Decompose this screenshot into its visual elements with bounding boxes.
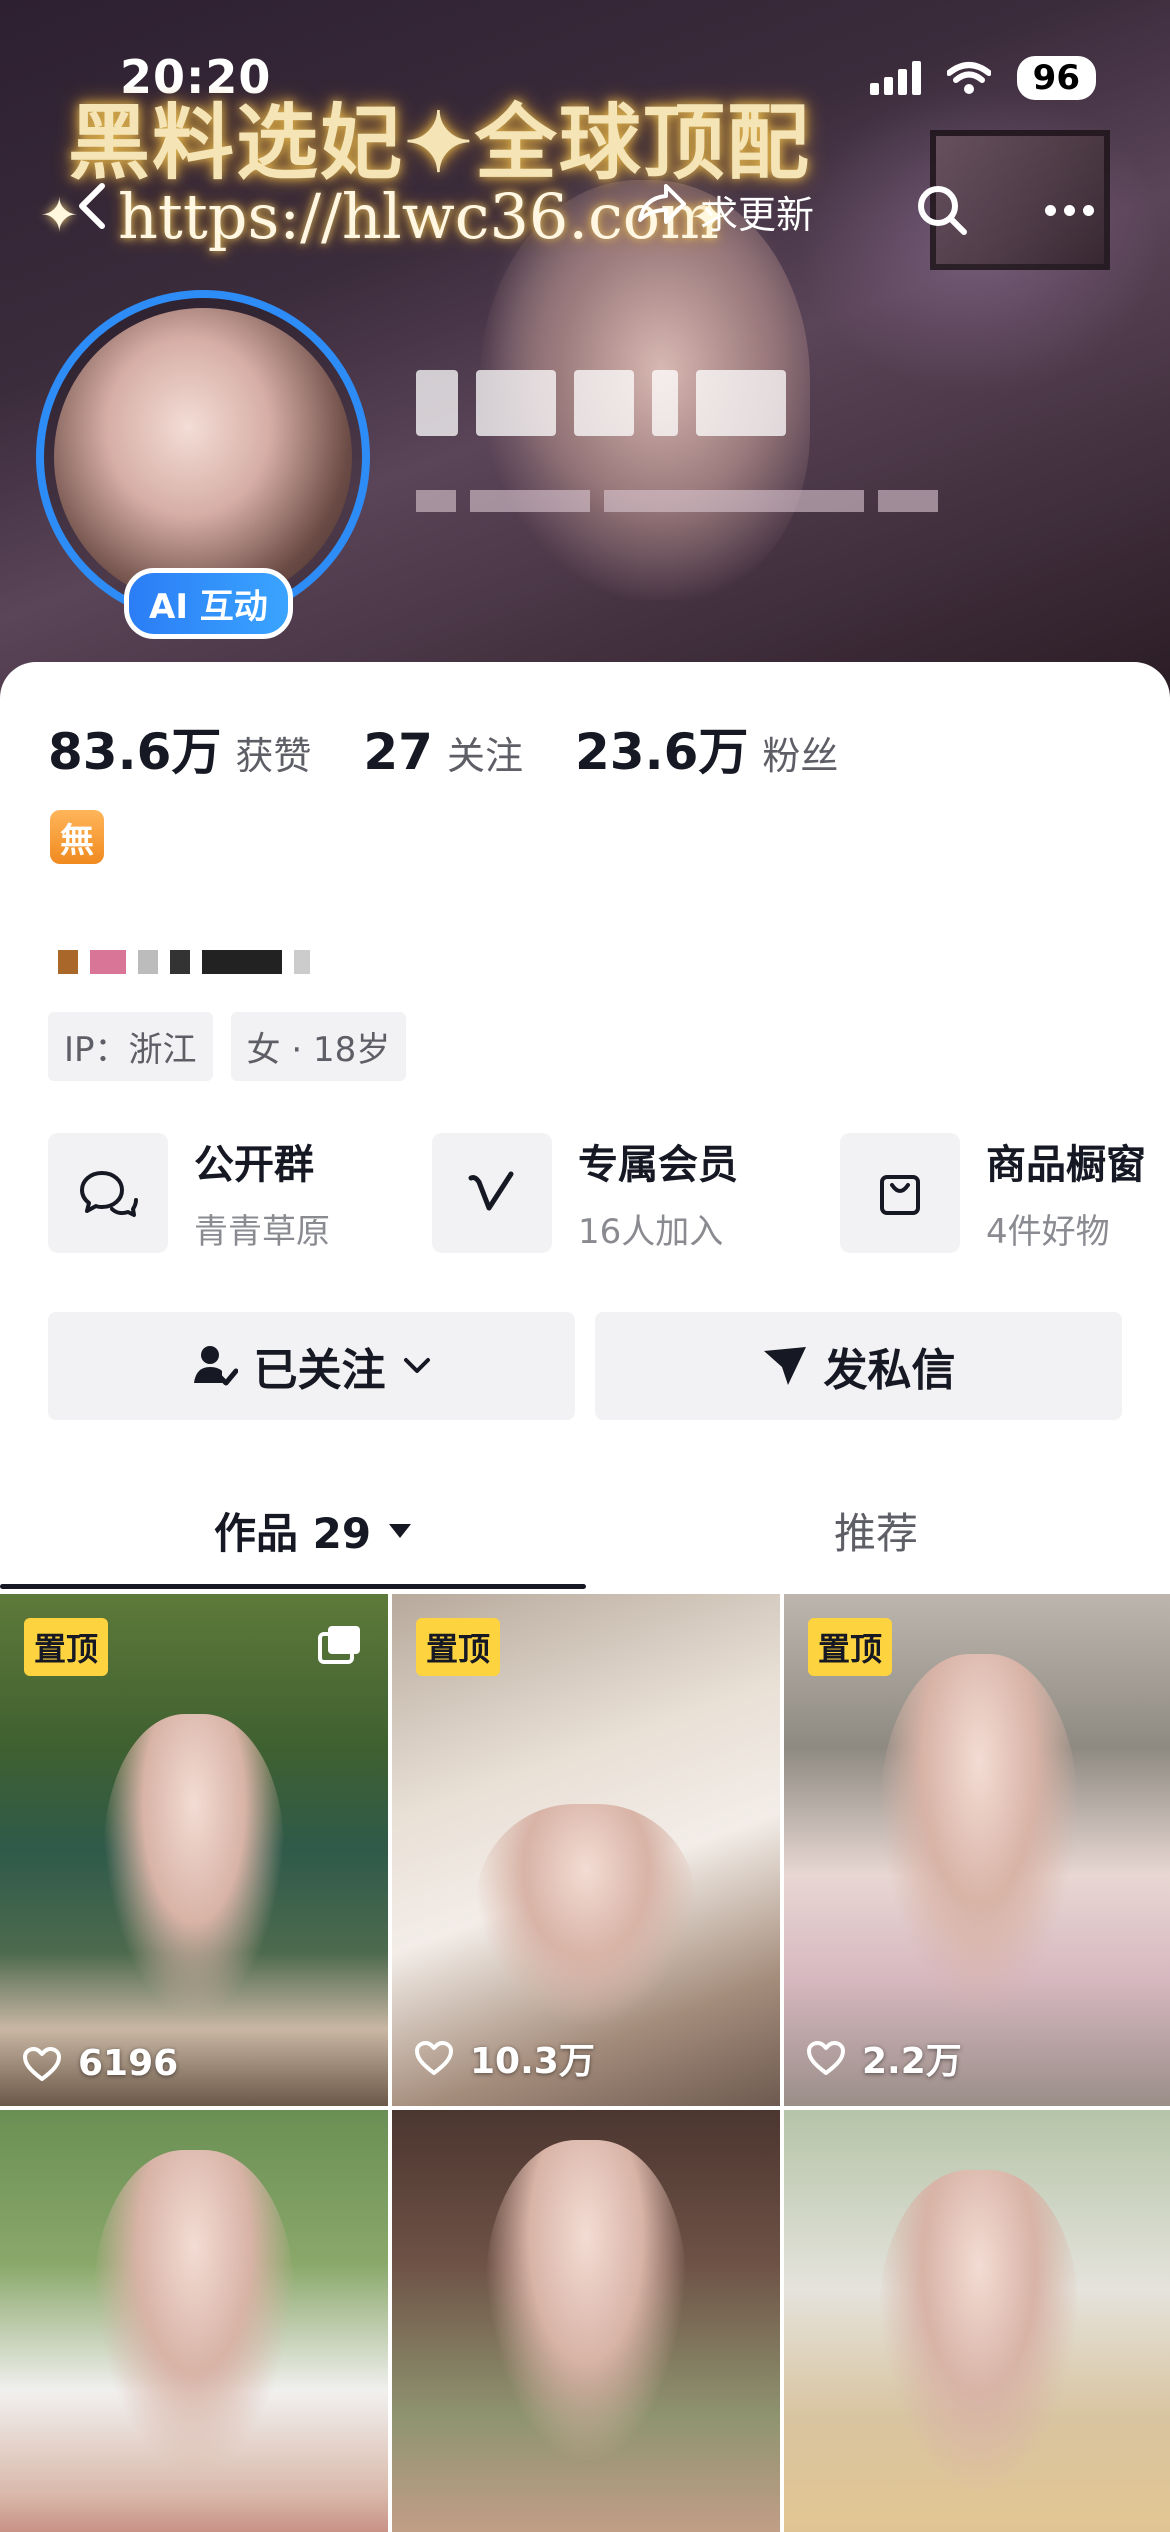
stat-label: 关注: [446, 734, 523, 778]
active-tab-indicator: [0, 1584, 586, 1589]
thumbnail-figure: [476, 1804, 696, 2024]
pinned-badge: 置顶: [24, 1618, 109, 1676]
stat-label: 粉丝: [762, 734, 839, 778]
content-tabs: 作品 29 推荐: [0, 1470, 1170, 1590]
user-check-icon: [193, 1346, 238, 1386]
pixelated-username: [416, 370, 786, 436]
pixelated-bio: [58, 950, 310, 974]
heart-icon: [415, 2041, 453, 2075]
membership-v-icon: [432, 1132, 552, 1253]
profile-actions: 已关注 发私信: [48, 1312, 1122, 1420]
feature-subtitle: 4件好物: [986, 1212, 1110, 1252]
group-chat-icon: [48, 1132, 168, 1253]
thumbnail-figure: [486, 2140, 686, 2460]
feature-public-group[interactable]: 公开群 青青草原: [48, 1132, 432, 1253]
feature-title: 专属会员: [578, 1142, 738, 1188]
profile-tags: IP：浙江 女 · 18岁: [48, 1012, 407, 1081]
stat-value: 27: [363, 723, 433, 781]
like-count-value: 6196: [78, 2043, 179, 2084]
feature-title: 公开群: [194, 1142, 314, 1188]
tab-works-label: 作品 29: [214, 1509, 372, 1558]
multi-image-icon: [318, 1626, 360, 1664]
pinned-badge: 置顶: [808, 1618, 893, 1676]
stat-value: 83.6万: [48, 723, 222, 781]
chevron-down-icon: [403, 1358, 430, 1373]
video-thumbnail[interactable]: [0, 2110, 388, 2532]
thumbnail-figure: [879, 2170, 1079, 2490]
thumbnail-figure: [104, 1714, 284, 2014]
send-message-button[interactable]: 发私信: [595, 1312, 1122, 1420]
gender-age-tag: 女 · 18岁: [230, 1012, 407, 1081]
thumbnail-figure: [94, 2150, 294, 2470]
feature-title: 商品橱窗: [986, 1142, 1146, 1188]
like-count: 6196: [22, 2043, 178, 2084]
stat-value: 23.6万: [575, 723, 749, 781]
heart-icon: [807, 2041, 845, 2075]
shopping-bag-icon: [840, 1132, 960, 1253]
request-update-button[interactable]: 求更新: [700, 184, 814, 239]
paper-plane-icon: [763, 1347, 806, 1385]
thumbnail-figure: [879, 1654, 1079, 2014]
video-thumbnail[interactable]: 置顶 6196: [0, 1594, 388, 2106]
feature-subtitle: 青青草原: [194, 1212, 330, 1252]
share-icon[interactable]: [630, 176, 690, 236]
feature-shop-window[interactable]: 商品橱窗 4件好物: [840, 1132, 1146, 1253]
send-message-label: 发私信: [823, 1345, 956, 1396]
status-icons: 96: [869, 56, 1096, 100]
emoji-badge: 無: [50, 810, 104, 864]
like-count-value: 10.3万: [470, 2041, 595, 2082]
following-label: 已关注: [253, 1345, 386, 1396]
stat-likes[interactable]: 83.6万 获赞: [48, 712, 311, 784]
video-thumbnail[interactable]: 置顶 2.2万: [784, 1594, 1170, 2106]
feature-subtitle: 16人加入: [578, 1212, 724, 1252]
stat-followers[interactable]: 23.6万 粉丝: [575, 712, 838, 784]
video-thumbnail[interactable]: [392, 2110, 780, 2532]
following-button[interactable]: 已关注: [48, 1312, 575, 1420]
tab-works[interactable]: 作品 29: [214, 1500, 413, 1561]
promo-overlay-title: 黑料选妃✦全球顶配: [68, 95, 811, 191]
pixelated-user-id: [416, 490, 938, 512]
avatar-photo: [54, 308, 352, 606]
video-grid: 置顶 6196 置顶 10.3万 置顶 2.2万: [0, 1594, 1170, 2532]
ip-location-tag: IP：浙江: [48, 1012, 213, 1081]
ai-interact-badge[interactable]: AI 互动: [124, 568, 293, 639]
profile-banner: 20:20 96 黑料选妃✦全球顶配 https://hlwc36.com ✦ …: [0, 0, 1170, 700]
back-arrow-icon[interactable]: [64, 176, 124, 236]
signal-icon: [869, 61, 921, 95]
tab-recommend[interactable]: 推荐: [834, 1500, 918, 1561]
heart-icon: [23, 2046, 61, 2081]
like-count: 2.2万: [806, 2032, 962, 2084]
battery-indicator: 96: [1016, 56, 1096, 100]
search-icon[interactable]: [912, 180, 972, 240]
like-count: 10.3万: [414, 2032, 595, 2084]
video-thumbnail[interactable]: 置顶 10.3万: [392, 1594, 780, 2106]
feature-membership[interactable]: 专属会员 16人加入: [432, 1132, 840, 1253]
caret-down-icon: [389, 1523, 412, 1538]
wifi-icon: [946, 62, 991, 94]
stat-label: 获赞: [235, 734, 312, 778]
feature-row: 公开群 青青草原 专属会员 16人加入 商品橱窗 4件好物: [48, 1132, 1170, 1253]
pinned-badge: 置顶: [416, 1618, 501, 1676]
video-thumbnail[interactable]: [784, 2110, 1170, 2532]
stat-following[interactable]: 27 关注: [363, 723, 523, 781]
more-options-icon[interactable]: [1045, 190, 1105, 230]
profile-stats: 83.6万 获赞 27 关注 23.6万 粉丝: [48, 712, 838, 784]
like-count-value: 2.2万: [862, 2041, 962, 2082]
promo-overlay-url: https://hlwc36.com: [118, 180, 719, 253]
